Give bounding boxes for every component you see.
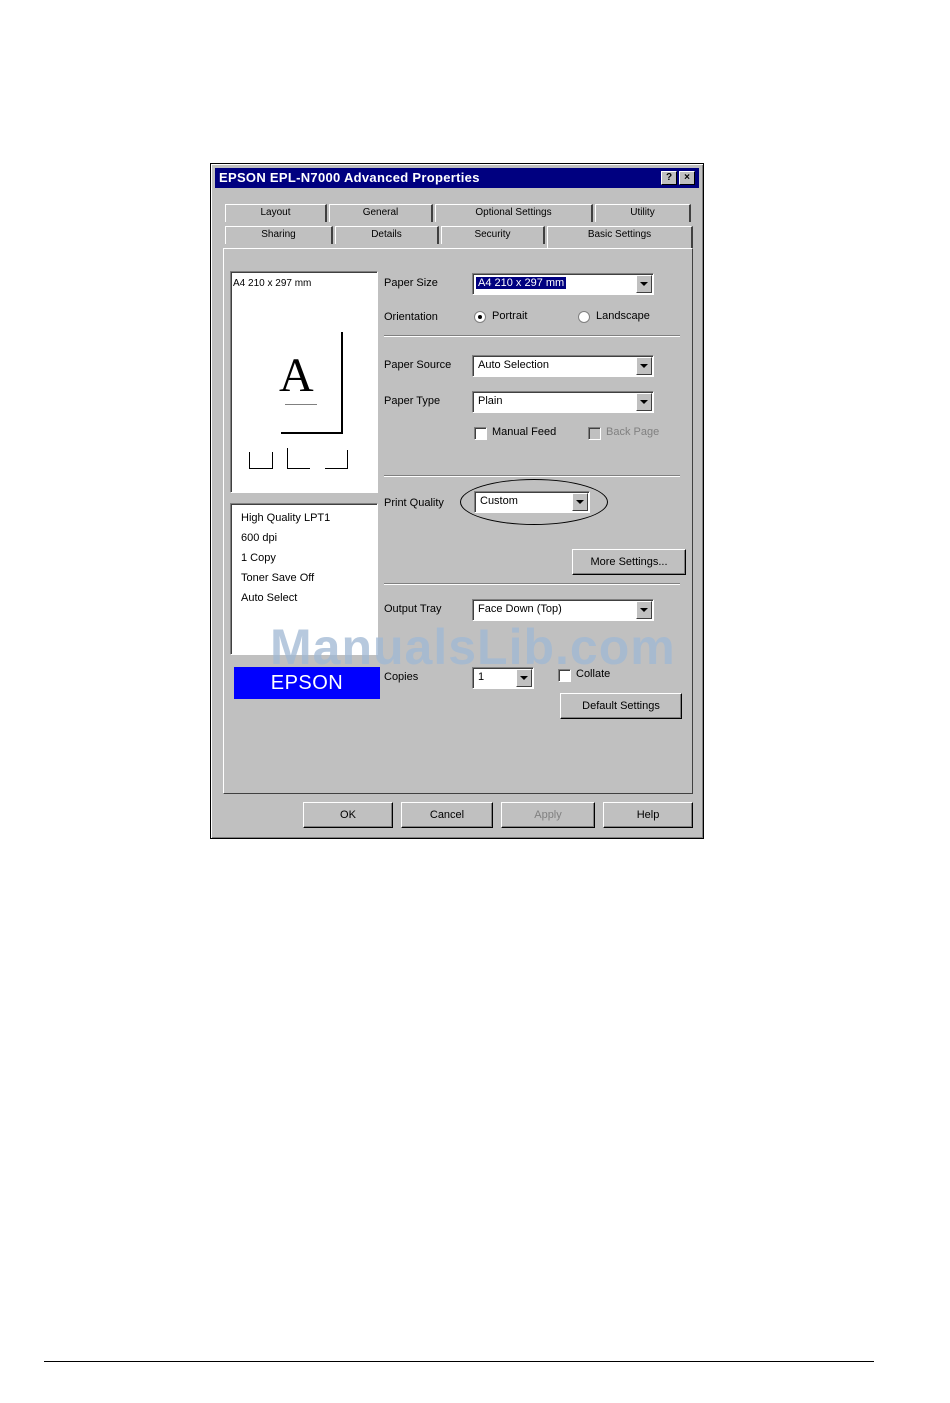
- tab-panel: A4 210 x 297 mm A High Quality LPT1 600 …: [223, 248, 693, 794]
- chevron-down-icon[interactable]: [636, 275, 652, 293]
- paper-source-value: Auto Selection: [478, 359, 549, 371]
- paper-type-value: Plain: [478, 395, 503, 407]
- ok-button[interactable]: OK: [303, 802, 393, 828]
- separator: [384, 583, 680, 585]
- paper-source-label: Paper Source: [384, 359, 452, 371]
- preview-underline: [285, 404, 317, 405]
- tab-basic-settings[interactable]: Basic Settings: [547, 226, 693, 248]
- properties-dialog: EPSON EPL-N7000 Advanced Properties ? × …: [210, 163, 704, 839]
- chevron-down-icon[interactable]: [636, 393, 652, 411]
- tray-icon-1: [249, 452, 273, 469]
- summary-line: 1 Copy: [241, 552, 276, 564]
- separator: [384, 335, 680, 337]
- paper-size-select[interactable]: A4 210 x 297 mm: [472, 273, 654, 295]
- close-button[interactable]: ×: [679, 171, 695, 185]
- paper-source-select[interactable]: Auto Selection: [472, 355, 654, 377]
- paper-type-label: Paper Type: [384, 395, 441, 407]
- preview-size-text: A4 210 x 297 mm: [233, 278, 312, 289]
- tab-layout[interactable]: Layout: [225, 204, 327, 222]
- output-tray-value: Face Down (Top): [478, 603, 562, 615]
- portrait-radio[interactable]: [474, 311, 486, 323]
- window-title: EPSON EPL-N7000 Advanced Properties: [219, 170, 480, 185]
- portrait-label: Portrait: [492, 310, 528, 322]
- watermark: ManualsLib.com: [270, 619, 676, 675]
- chevron-down-icon[interactable]: [572, 493, 588, 511]
- tab-sharing[interactable]: Sharing: [225, 226, 333, 244]
- tab-general[interactable]: General: [329, 204, 433, 222]
- print-quality-value: Custom: [480, 495, 518, 507]
- tab-security[interactable]: Security: [441, 226, 545, 244]
- paper-preview: A4 210 x 297 mm A: [230, 271, 378, 493]
- paper-size-value: A4 210 x 297 mm: [476, 277, 567, 289]
- print-quality-label: Print Quality: [384, 497, 444, 509]
- landscape-label: Landscape: [596, 310, 650, 322]
- landscape-radio[interactable]: [578, 311, 590, 323]
- orientation-label: Orientation: [384, 311, 438, 323]
- paper-type-select[interactable]: Plain: [472, 391, 654, 413]
- tray-icon-2: [287, 448, 310, 469]
- tab-utility[interactable]: Utility: [595, 204, 691, 222]
- more-settings-button[interactable]: More Settings...: [572, 549, 686, 575]
- summary-line: 600 dpi: [241, 532, 278, 544]
- manual-feed-label: Manual Feed: [492, 426, 557, 438]
- preview-letter: A: [279, 349, 314, 402]
- paper-size-label: Paper Size: [384, 277, 438, 289]
- summary-line: High Quality LPT1: [241, 512, 331, 524]
- help-button[interactable]: Help: [603, 802, 693, 828]
- tab-details[interactable]: Details: [335, 226, 439, 244]
- default-settings-button[interactable]: Default Settings: [560, 693, 682, 719]
- manual-feed-checkbox[interactable]: [474, 427, 487, 440]
- help-title-button[interactable]: ?: [661, 171, 677, 185]
- separator: [384, 475, 680, 477]
- page-footer-rule: [44, 1361, 874, 1362]
- chevron-down-icon[interactable]: [636, 357, 652, 375]
- summary-line: Auto Select: [241, 592, 298, 604]
- apply-button[interactable]: Apply: [501, 802, 595, 828]
- cancel-button[interactable]: Cancel: [401, 802, 493, 828]
- back-page-checkbox[interactable]: [588, 427, 601, 440]
- summary-line: Toner Save Off: [241, 572, 315, 584]
- back-page-label: Back Page: [606, 426, 660, 438]
- output-tray-label: Output Tray: [384, 603, 442, 615]
- tab-optional-settings[interactable]: Optional Settings: [435, 204, 593, 222]
- print-quality-select[interactable]: Custom: [474, 491, 590, 513]
- title-bar: EPSON EPL-N7000 Advanced Properties ? ×: [215, 168, 699, 188]
- tray-icon-3: [325, 450, 348, 469]
- chevron-down-icon[interactable]: [636, 601, 652, 619]
